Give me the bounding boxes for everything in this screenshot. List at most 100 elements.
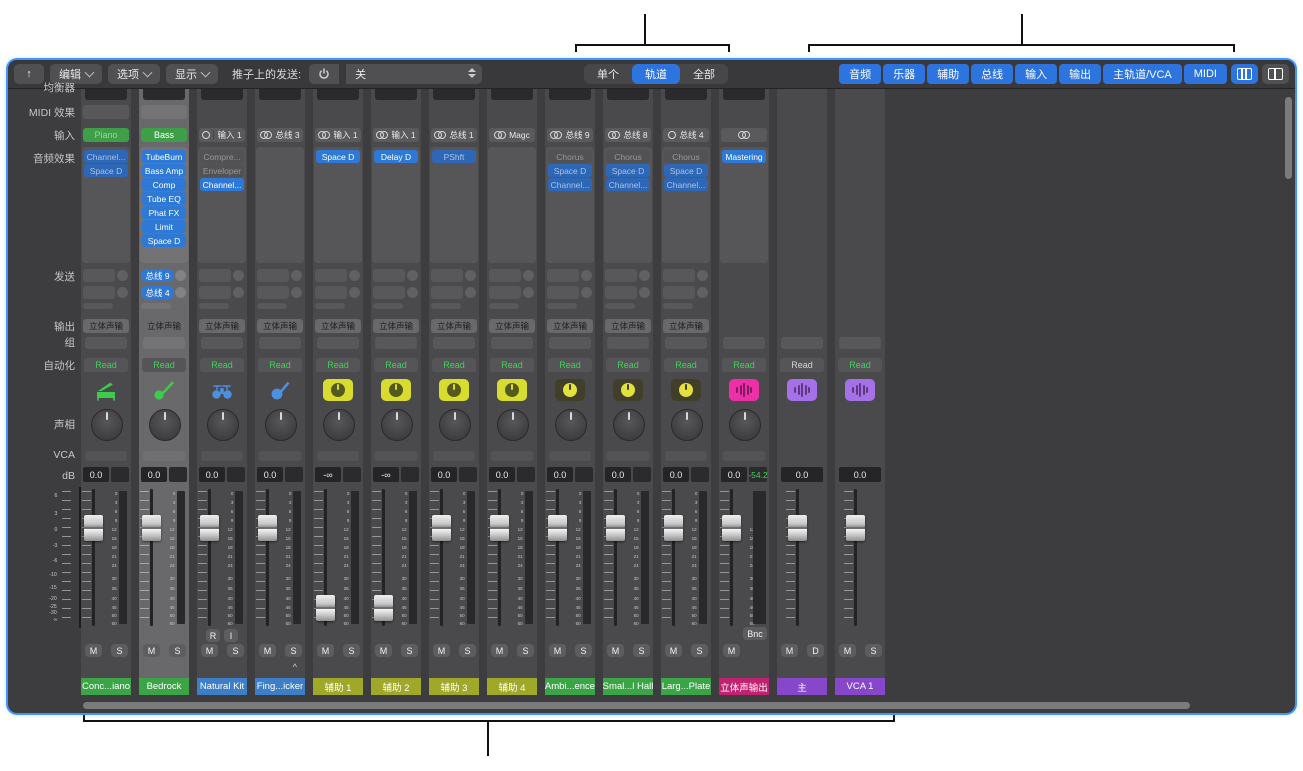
send-level-knob[interactable]	[581, 287, 592, 298]
audio-fx-slot[interactable]: Space D	[606, 164, 650, 177]
vca-d-button[interactable]: D	[807, 644, 824, 657]
pan-knob[interactable]	[497, 409, 529, 441]
send-slot[interactable]	[663, 286, 695, 299]
group-slot[interactable]	[143, 337, 185, 349]
automation-mode-button[interactable]: Read	[780, 358, 824, 372]
dual-pane-view-button[interactable]	[1262, 64, 1289, 84]
automation-mode-button[interactable]: Read	[142, 358, 186, 372]
fader-handle[interactable]	[316, 595, 335, 621]
filter-button-0[interactable]: 音频	[839, 64, 881, 84]
audio-fx-slot[interactable]: Mastering	[722, 150, 766, 163]
solo-button[interactable]: S	[575, 644, 592, 657]
fader-handle[interactable]	[432, 515, 451, 541]
send-level-knob[interactable]	[407, 270, 418, 281]
audio-fx-slot[interactable]: Channel...	[84, 150, 128, 163]
fader-handle[interactable]	[664, 515, 683, 541]
send-slot[interactable]	[83, 286, 115, 299]
vca-slot[interactable]	[607, 451, 649, 461]
send-level-knob[interactable]	[523, 270, 534, 281]
mute-button[interactable]: M	[491, 644, 508, 657]
filter-button-1[interactable]: 乐器	[883, 64, 925, 84]
automation-mode-button[interactable]: Read	[200, 358, 244, 372]
send-slot[interactable]	[257, 269, 289, 282]
fader-handle[interactable]	[548, 515, 567, 541]
mute-button[interactable]: M	[433, 644, 450, 657]
db-value[interactable]: 0.0	[547, 467, 573, 482]
audio-fx-slot[interactable]: Space D	[84, 164, 128, 177]
vca-slot[interactable]	[549, 451, 591, 461]
vca-slot[interactable]	[375, 451, 417, 461]
fader-track[interactable]	[854, 489, 857, 626]
automation-mode-button[interactable]: Read	[838, 358, 882, 372]
channel-strip[interactable]: 总线 4ChorusSpace DChannel...立体声输Read0.003…	[661, 89, 711, 695]
pan-knob[interactable]	[265, 409, 297, 441]
track-name[interactable]: Conc...iano	[81, 678, 131, 695]
eq-thumbnail[interactable]	[143, 89, 185, 100]
peak-value[interactable]	[575, 467, 593, 482]
send-level-knob[interactable]	[639, 287, 650, 298]
output-slot[interactable]: 立体声输	[83, 319, 129, 333]
db-value[interactable]: 0.0	[257, 467, 283, 482]
bounce-button[interactable]: Bnc	[743, 627, 767, 640]
mute-button[interactable]: M	[549, 644, 566, 657]
vertical-scrollbar[interactable]	[1285, 97, 1292, 179]
group-slot[interactable]	[781, 337, 823, 349]
vca-slot[interactable]	[433, 451, 475, 461]
record-enable-button[interactable]: R	[206, 629, 220, 642]
input-slot[interactable]: 总线 9	[547, 128, 593, 142]
fader-handle[interactable]	[846, 515, 865, 541]
db-value[interactable]: 0.0	[781, 467, 823, 482]
input-slot[interactable]: 输入 1	[199, 128, 245, 142]
send-level-knob[interactable]	[697, 270, 708, 281]
peak-value[interactable]	[691, 467, 709, 482]
send-slot[interactable]	[373, 286, 405, 299]
audio-fx-slot[interactable]: Space D	[548, 164, 592, 177]
options-menu-button[interactable]: 选项	[108, 64, 160, 84]
audio-fx-slot[interactable]: Enveloper	[200, 164, 244, 177]
track-name[interactable]: Fing...icker	[255, 678, 305, 695]
view-segment-all[interactable]: 全部	[680, 64, 728, 84]
mute-button[interactable]: M	[201, 644, 218, 657]
group-slot[interactable]	[201, 337, 243, 349]
send-level-knob[interactable]	[349, 287, 360, 298]
fader-track[interactable]	[556, 489, 559, 626]
fader-handle[interactable]	[200, 515, 219, 541]
channel-strip[interactable]: 总线 3立体声输Read0.00369121518212430354045506…	[255, 89, 305, 695]
audio-fx-slot[interactable]: TubeBurn	[142, 150, 186, 163]
eq-thumbnail[interactable]	[259, 89, 301, 100]
vca-slot[interactable]	[491, 451, 533, 461]
automation-mode-button[interactable]: Read	[490, 358, 534, 372]
track-name[interactable]: Smal...l Hall	[603, 678, 653, 695]
send-slot-partial[interactable]	[605, 303, 635, 309]
vca-slot[interactable]	[665, 451, 707, 461]
audio-fx-slot[interactable]: Chorus	[664, 150, 708, 163]
pan-knob[interactable]	[91, 409, 123, 441]
group-slot[interactable]	[259, 337, 301, 349]
filter-button-7[interactable]: MIDI	[1184, 64, 1227, 84]
output-slot[interactable]: 立体声输	[605, 319, 651, 333]
peak-value[interactable]	[517, 467, 535, 482]
fader-track[interactable]	[730, 489, 733, 626]
send-slot[interactable]: 总线 9	[141, 269, 174, 282]
audio-fx-slot[interactable]: Tube EQ	[142, 192, 186, 205]
group-slot[interactable]	[607, 337, 649, 349]
track-name[interactable]: 辅助 3	[429, 678, 479, 695]
db-value[interactable]: 0.0	[141, 467, 167, 482]
fader-handle[interactable]	[490, 515, 509, 541]
send-level-knob[interactable]	[291, 270, 302, 281]
view-menu-button[interactable]: 显示	[166, 64, 218, 84]
vca-slot[interactable]	[723, 451, 765, 461]
send-level-knob[interactable]	[349, 270, 360, 281]
group-slot[interactable]	[85, 337, 127, 349]
filter-button-5[interactable]: 输出	[1059, 64, 1101, 84]
send-slot-partial[interactable]	[489, 303, 519, 309]
vca-slot[interactable]	[259, 451, 301, 461]
audio-fx-slot[interactable]: Space D	[316, 150, 360, 163]
pan-knob[interactable]	[613, 409, 645, 441]
back-button[interactable]: ↑	[14, 64, 44, 84]
mute-button[interactable]: M	[143, 644, 160, 657]
eq-thumbnail[interactable]	[201, 89, 243, 100]
send-level-knob[interactable]	[407, 287, 418, 298]
send-level-knob[interactable]	[117, 287, 128, 298]
send-level-knob[interactable]	[117, 270, 128, 281]
